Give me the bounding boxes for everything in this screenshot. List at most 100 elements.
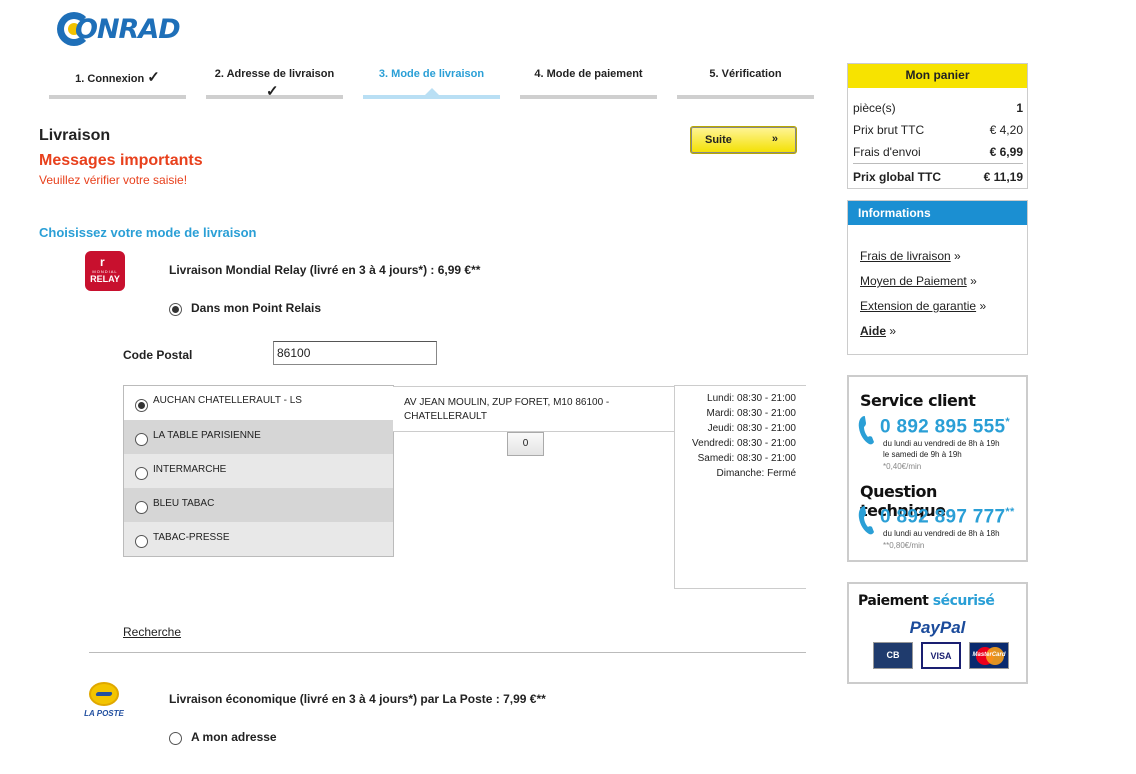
recherche-link[interactable]: Recherche [123, 625, 181, 639]
cart-title: Mon panier [848, 64, 1027, 88]
cart-row-value: € 4,20 [989, 123, 1023, 137]
double-arrow-icon: » [954, 249, 961, 263]
phone-icon [857, 414, 881, 446]
relay-item[interactable]: LA TABLE PARISIENNE [124, 420, 393, 454]
cart-row-value: 1 [1016, 101, 1023, 115]
page-title: Livraison [39, 127, 111, 144]
info-link-extension-garantie[interactable]: Extension de garantie » [860, 299, 986, 313]
step-label: 1. Connexion [75, 73, 145, 85]
visa-card-icon: VISA [921, 642, 961, 669]
step-bar [520, 95, 657, 99]
warning-message: Veuillez vérifier votre saisie! [39, 173, 188, 187]
cart-row-value: € 6,99 [989, 145, 1023, 159]
phone-number: 0 892 897 777 [880, 506, 1006, 528]
postal-code-input[interactable] [273, 341, 437, 365]
paypal-logo: PayPal [909, 618, 966, 637]
step-adresse[interactable]: 2. Adresse de livraison ✓ [206, 64, 343, 100]
informations-title: Informations [848, 201, 1027, 225]
step-connexion[interactable]: 1. Connexion ✓ [49, 64, 186, 100]
cart-row: Prix brut TTC € 4,20 [853, 123, 1023, 143]
step-label: 2. Adresse de livraison [214, 68, 335, 80]
relay-name: INTERMARCHE [153, 464, 227, 475]
relay-name: BLEU TABAC [153, 498, 215, 509]
la-poste-title: Livraison économique (livré en 3 à 4 jou… [169, 692, 546, 706]
relay-radio[interactable] [135, 467, 148, 480]
step-verification: 5. Vérification [677, 64, 814, 100]
info-link-moyen-paiement[interactable]: Moyen de Paiement » [860, 274, 977, 288]
secure-payment-title-2: sécurisé [932, 593, 995, 609]
info-link-label: Aide [860, 324, 887, 338]
question-technique-hours: du lundi au vendredi de 8h à 18h [883, 529, 1000, 538]
cart-summary: Mon panier pièce(s) 1 Prix brut TTC € 4,… [847, 63, 1028, 189]
double-arrow-icon: » [970, 274, 977, 288]
cart-total-row: Prix global TTC € 11,19 [853, 163, 1023, 187]
cb-card-icon: CB [873, 642, 913, 669]
relay-radio[interactable] [135, 399, 148, 412]
mondial-relay-title: Livraison Mondial Relay (livré en 3 à 4 … [169, 263, 481, 277]
info-link-frais-livraison[interactable]: Frais de livraison » [860, 249, 961, 263]
step-label: 3. Mode de livraison [378, 68, 485, 80]
relay-address-box: AV JEAN MOULIN, ZUP FORET, M10 86100 - C… [393, 386, 676, 432]
info-link-label: Frais de livraison [860, 249, 951, 263]
opening-hour: Dimanche: Fermé [716, 468, 796, 479]
suite-button[interactable]: Suite » [690, 126, 797, 154]
divider [89, 652, 806, 653]
cart-row: pièce(s) 1 [853, 101, 1023, 121]
relay-name: TABAC-PRESSE [153, 532, 230, 543]
relay-radio[interactable] [135, 501, 148, 514]
step-bar [677, 95, 814, 99]
question-technique-number[interactable]: 0 892 897 777** [880, 506, 1015, 528]
opening-hour: Lundi: 08:30 - 21:00 [707, 393, 796, 404]
footnote-mark: ** [1005, 506, 1015, 518]
active-step-caret-icon [425, 88, 439, 95]
secure-payment-title: Paiement sécurisé [858, 593, 995, 609]
cart-total-value: € 11,19 [983, 170, 1023, 184]
step-label: 4. Mode de paiement [534, 68, 643, 80]
opening-hour: Samedi: 08:30 - 21:00 [697, 453, 796, 464]
double-arrow-icon: » [979, 299, 987, 313]
relay-item[interactable]: AUCHAN CHATELLERAULT - LS [124, 386, 393, 420]
step-bar [49, 95, 186, 99]
relay-name: LA TABLE PARISIENNE [153, 430, 261, 441]
important-messages-title: Messages importants [39, 152, 203, 169]
service-client-box: Service client 0 892 895 555* du lundi a… [847, 375, 1028, 562]
cart-row-label: pièce(s) [853, 101, 896, 115]
step-mode-paiement: 4. Mode de paiement [520, 64, 657, 100]
suite-label: Suite [705, 134, 732, 146]
footnote-mark: * [1005, 416, 1010, 428]
informations-box: Informations Frais de livraison » Moyen … [847, 200, 1028, 355]
mastercard-icon: MasterCard [969, 642, 1009, 669]
relay-item[interactable]: BLEU TABAC [124, 488, 393, 522]
phone-icon [857, 504, 881, 536]
check-icon: ✓ [147, 69, 160, 86]
opening-hour: Mardi: 08:30 - 21:00 [706, 408, 797, 419]
la-poste-logo: LA POSTE [82, 682, 126, 722]
la-poste-logo-text: LA POSTE [84, 709, 124, 718]
info-link-aide[interactable]: Aide » [860, 324, 896, 338]
relay-radio[interactable] [135, 433, 148, 446]
mondial-relay-logo: r MONDIAL RELAY [85, 251, 125, 291]
mastercard-label: MasterCard [972, 652, 1006, 658]
relay-item[interactable]: TABAC-PRESSE [124, 522, 393, 556]
relay-item[interactable]: INTERMARCHE [124, 454, 393, 488]
relay-name: AUCHAN CHATELLERAULT - LS [153, 395, 302, 406]
home-delivery-radio[interactable] [169, 732, 182, 745]
secure-payment-box: Paiement sécurisé PayPal CB VISA MasterC… [847, 582, 1028, 684]
conrad-logo[interactable]: ONRAD [57, 10, 202, 50]
service-client-number[interactable]: 0 892 895 555* [880, 416, 1010, 438]
step-bar [206, 95, 343, 99]
choose-delivery-title: Choisissez votre mode de livraison [39, 225, 257, 240]
opening-hour: Vendredi: 08:30 - 21:00 [692, 438, 796, 449]
cart-row-label: Prix brut TTC [853, 123, 925, 137]
relay-radio[interactable] [135, 535, 148, 548]
step-label: 5. Vérification [709, 68, 782, 80]
postal-code-label: Code Postal [123, 348, 193, 362]
info-link-label: Extension de garantie [860, 299, 977, 313]
point-relais-label: Dans mon Point Relais [191, 301, 322, 315]
point-relais-radio[interactable] [169, 303, 182, 316]
distance-button[interactable]: 0 [507, 432, 544, 456]
mondial-relay-logo-big: RELAY [90, 274, 120, 284]
card-logos: CB VISA MasterCard [873, 642, 1009, 670]
step-mode-livraison: 3. Mode de livraison [363, 64, 500, 100]
secure-payment-title-1: Paiement [858, 593, 929, 609]
